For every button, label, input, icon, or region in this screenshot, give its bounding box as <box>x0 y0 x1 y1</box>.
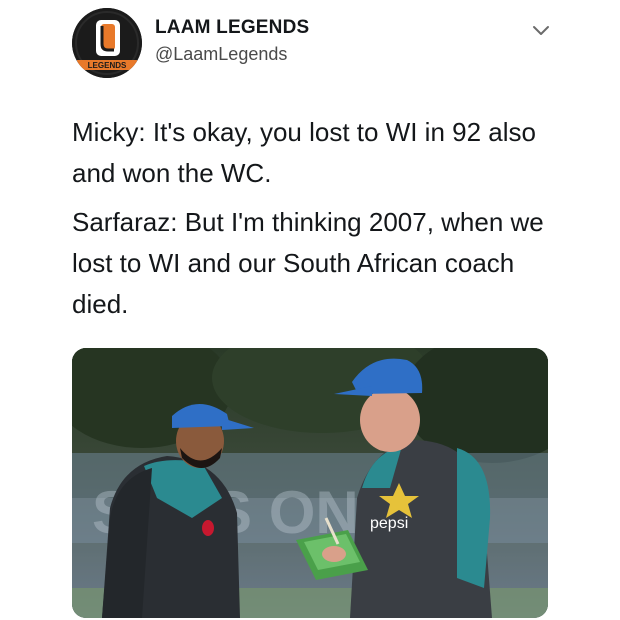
tweet-card: LEGENDS LAAM LEGENDS @LaamLegends Micky:… <box>0 0 620 620</box>
cricket-coach-photo: SEPS ONE pepsi <box>72 348 548 618</box>
avatar-logo-text: LEGENDS <box>88 61 127 70</box>
user-handle[interactable]: @LaamLegends <box>155 44 287 65</box>
tweet-text: Micky: It's okay, you lost to WI in 92 a… <box>72 112 562 333</box>
tweet-paragraph: Micky: It's okay, you lost to WI in 92 a… <box>72 117 536 188</box>
tweet-paragraph: Sarfaraz: But I'm thinking 2007, when we… <box>72 207 544 319</box>
laam-legends-logo: LEGENDS <box>72 8 142 78</box>
shirt-sponsor-text: pepsi <box>370 515 408 532</box>
display-name[interactable]: LAAM LEGENDS <box>155 17 309 39</box>
tweet-photo[interactable]: SEPS ONE pepsi <box>72 348 548 618</box>
chevron-down-icon[interactable] <box>532 24 550 38</box>
avatar[interactable]: LEGENDS <box>72 8 142 78</box>
